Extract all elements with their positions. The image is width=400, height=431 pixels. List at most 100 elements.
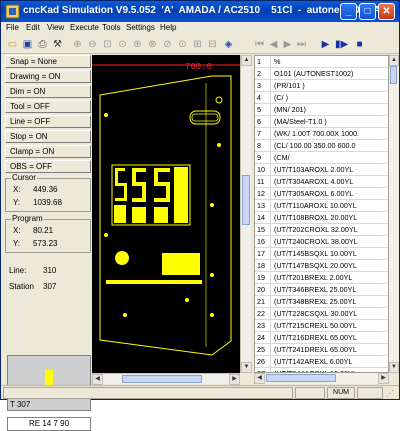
- clamp-toggle[interactable]: Clamp = ON: [5, 145, 91, 158]
- previous-step-icon[interactable]: ◀: [267, 38, 280, 51]
- menu-execute[interactable]: Execute: [70, 23, 99, 32]
- dim-toggle[interactable]: Dim = ON: [5, 85, 91, 98]
- code-line-number: 16: [255, 236, 271, 248]
- last-step-icon[interactable]: ⏭: [295, 38, 308, 51]
- scroll-up-icon[interactable]: ▲: [241, 55, 252, 66]
- slot-inner: [191, 113, 219, 122]
- simulation-viewport[interactable]: 700.0: [92, 55, 240, 373]
- save-icon[interactable]: ▣: [21, 38, 34, 51]
- play-icon[interactable]: ▶: [319, 38, 332, 51]
- code-line-row[interactable]: 25 (UT/T241DREXL 65.00YL: [255, 344, 388, 356]
- code-line-number: 11: [255, 176, 271, 188]
- code-line-row[interactable]: 9 (CM/: [255, 152, 388, 164]
- zoom-extents-icon[interactable]: ⊗: [146, 38, 159, 51]
- scroll-thumb[interactable]: [266, 374, 336, 382]
- code-line-row[interactable]: 23 (UT/T215CREXL 50.00YL: [255, 320, 388, 332]
- resize-grip-icon[interactable]: ⋰: [386, 389, 394, 398]
- code-line-row[interactable]: 24 (UT/T216DREXL 65.00YL: [255, 332, 388, 344]
- menu-help[interactable]: Help: [160, 23, 176, 32]
- code-line-row[interactable]: 20 (UT/T346BREXL 25.00YL: [255, 284, 388, 296]
- code-line-row[interactable]: 5 (MN/ 201): [255, 104, 388, 116]
- stop-toggle[interactable]: Stop = ON: [5, 130, 91, 143]
- zoom-part-icon[interactable]: ⊘: [161, 38, 174, 51]
- viewport-vertical-scrollbar[interactable]: ▲ ▼: [240, 55, 252, 373]
- viewport-horizontal-scrollbar[interactable]: ◀ ▶: [92, 373, 240, 385]
- scroll-thumb[interactable]: [242, 175, 250, 225]
- code-line-row[interactable]: 14 (UT/T108BROXL 20.00YL: [255, 212, 388, 224]
- code-line-row[interactable]: 21 (UT/T348BREXL 25.00YL: [255, 296, 388, 308]
- menu-tools[interactable]: Tools: [102, 23, 121, 32]
- dimension-text: 700.0: [185, 62, 212, 72]
- scroll-thumb[interactable]: [390, 66, 397, 84]
- zoom-sheet-icon[interactable]: ⊙: [176, 38, 189, 51]
- app-window: cncKad Simulation V9.5.052 'A' AMADA / A…: [0, 0, 400, 431]
- code-line-row[interactable]: 7 (WK/ 1.00T 700.00X 1000.: [255, 128, 388, 140]
- menu-view[interactable]: View: [47, 23, 64, 32]
- zoom-previous-icon[interactable]: ⊙: [116, 38, 129, 51]
- zoom-fit-icon[interactable]: ⊞: [191, 38, 204, 51]
- step-icon[interactable]: ▮▶: [335, 38, 348, 51]
- close-button[interactable]: ✕: [378, 3, 395, 20]
- code-line-row[interactable]: 18 (UT/T147BSQXL 20.00YL: [255, 260, 388, 272]
- zoom-fit-icon[interactable]: ⊟: [206, 38, 219, 51]
- scroll-right-icon[interactable]: ▶: [378, 373, 389, 384]
- menu-file[interactable]: File: [6, 23, 19, 32]
- code-line-row[interactable]: 26 (UT/T142AREXL 6.00YL: [255, 356, 388, 368]
- zoom-in-icon[interactable]: ⊕: [71, 38, 84, 51]
- view-options-icon[interactable]: ◈: [222, 38, 235, 51]
- cursor-y-label: Y:: [13, 198, 21, 207]
- code-line-row[interactable]: 12 (UT/T305AROXL 6.00YL: [255, 188, 388, 200]
- code-line-row[interactable]: 3 (PR/101 ): [255, 80, 388, 92]
- scroll-left-icon[interactable]: ◀: [254, 373, 265, 384]
- code-line-row[interactable]: 6 (MA/Steel-T1.0 ): [255, 116, 388, 128]
- zoom-all-icon[interactable]: ⊕: [131, 38, 144, 51]
- stop-icon[interactable]: ■: [353, 38, 366, 51]
- code-list-scrollbar[interactable]: ▲ ▼: [389, 55, 399, 373]
- scroll-right-icon[interactable]: ▶: [229, 374, 240, 385]
- rect-cutout: [162, 253, 200, 275]
- code-line-row[interactable]: 8 (CL/ 100.00 350.00 600.0: [255, 140, 388, 152]
- code-line-row[interactable]: 10 (UT/T103AROXL 2.00YL: [255, 164, 388, 176]
- first-step-icon[interactable]: ⏮: [253, 38, 266, 51]
- code-line-row[interactable]: 13 (UT/T110AROXL 10.00YL: [255, 200, 388, 212]
- nc-code-list[interactable]: 1% 2 O101 (AUTONEST1002) 3 (PR/101 ) 4 (C/ ) 5(…: [254, 55, 389, 373]
- open-icon[interactable]: ▭: [6, 38, 19, 51]
- snap-button[interactable]: Snap = None: [5, 55, 91, 68]
- code-line-row[interactable]: 22 (UT/T228CSQXL 30.00YL: [255, 308, 388, 320]
- program-y-label: Y:: [13, 239, 21, 248]
- tool-toggle[interactable]: Tool = OFF: [5, 100, 91, 113]
- code-line-row[interactable]: 17 (UT/T145BSQXL 10.00YL: [255, 248, 388, 260]
- hole: [185, 298, 189, 302]
- scroll-left-icon[interactable]: ◀: [92, 374, 103, 385]
- zoom-window-icon[interactable]: ⊡: [101, 38, 114, 51]
- code-line-row[interactable]: 19 (UT/T201BREXL 2.00YL: [255, 272, 388, 284]
- scroll-down-icon[interactable]: ▼: [389, 362, 399, 373]
- scroll-down-icon[interactable]: ▼: [241, 362, 252, 373]
- minimize-button[interactable]: _: [340, 3, 357, 20]
- status-panel: [295, 387, 325, 399]
- code-line-row[interactable]: 1%: [255, 56, 388, 68]
- print-icon[interactable]: ⎙: [36, 38, 49, 51]
- code-line-row[interactable]: 2 O101 (AUTONEST1002): [255, 68, 388, 80]
- code-line-text: (UT/T147BSQXL 20.00YL: [274, 261, 357, 270]
- code-line-text: (PR/101 ): [274, 81, 305, 90]
- code-line-row[interactable]: 4 (C/ ): [255, 92, 388, 104]
- title-bar[interactable]: cncKad Simulation V9.5.052 'A' AMADA / A…: [1, 1, 399, 22]
- code-line-row[interactable]: 15 (UT/T202CROXL 32.00YL: [255, 224, 388, 236]
- maximize-button[interactable]: □: [359, 3, 376, 20]
- code-line-row[interactable]: 11 (UT/T304AROXL 4.00YL: [255, 176, 388, 188]
- code-line-number: 8: [255, 140, 271, 152]
- code-line-row[interactable]: 16 (UT/T240CROXL 38.00YL: [255, 236, 388, 248]
- scroll-up-icon[interactable]: ▲: [389, 55, 399, 66]
- code-list-horizontal-scrollbar[interactable]: ◀ ▶: [254, 373, 389, 384]
- next-step-icon[interactable]: ▶: [281, 38, 294, 51]
- menu-edit[interactable]: Edit: [26, 23, 40, 32]
- menu-settings[interactable]: Settings: [126, 23, 155, 32]
- minimize-icon: _: [345, 6, 352, 17]
- obs-toggle[interactable]: OBS = OFF: [5, 160, 91, 173]
- wand-icon[interactable]: ⚒: [51, 38, 64, 51]
- drawing-toggle[interactable]: Drawing = ON: [5, 70, 91, 83]
- scroll-thumb[interactable]: [122, 375, 202, 383]
- line-toggle[interactable]: Line = OFF: [5, 115, 91, 128]
- zoom-out-icon[interactable]: ⊖: [86, 38, 99, 51]
